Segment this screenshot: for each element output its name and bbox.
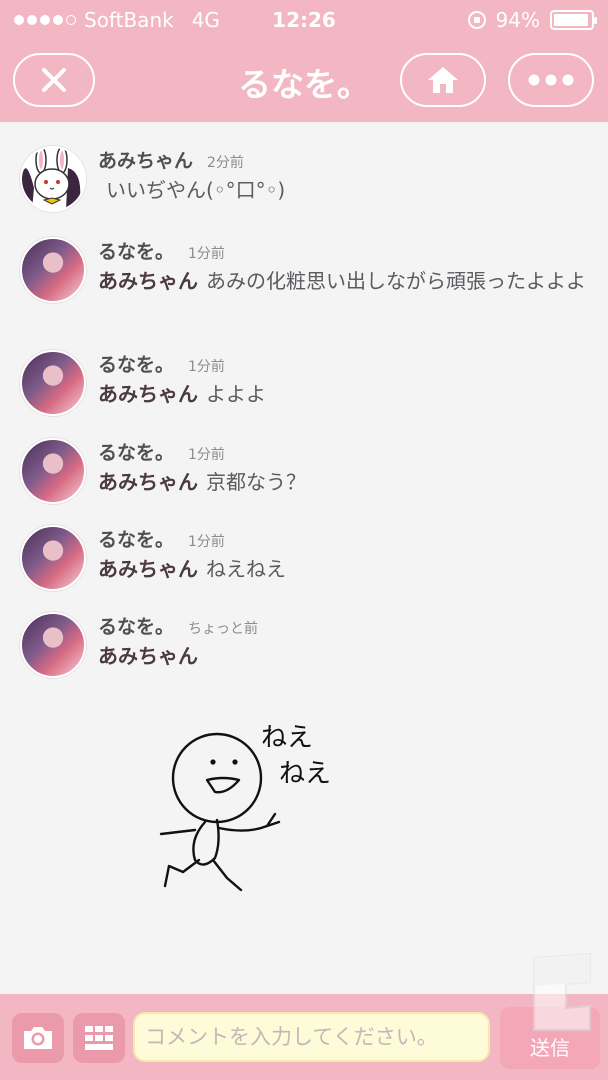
message-body: ねえねえ: [206, 557, 286, 581]
message-text: あみちゃん 京都なう？: [98, 468, 595, 496]
keyboard-button[interactable]: [73, 1013, 125, 1063]
nav-bar: るなを。: [0, 40, 608, 122]
message-time: 1分前: [188, 246, 225, 262]
more-button[interactable]: [508, 53, 594, 107]
message-time: 1分前: [188, 447, 225, 463]
bunny-avatar-icon: [22, 148, 84, 210]
message-text: あみちゃん よよよ: [98, 380, 595, 408]
message-time: 1分前: [188, 534, 225, 550]
message-text: あみちゃん: [98, 642, 595, 670]
sketch-text-line1: ねえ: [261, 723, 313, 753]
sender-name[interactable]: るなを。: [98, 350, 174, 377]
send-label: 送信: [530, 1036, 570, 1060]
mention: あみちゃん: [98, 470, 198, 494]
message-body: あみの化粧思い出しながら頑張ったよよよ: [206, 269, 586, 293]
avatar[interactable]: [20, 438, 86, 504]
sender-name[interactable]: るなを。: [98, 612, 174, 639]
sender-name[interactable]: るなを。: [98, 438, 174, 465]
comment-input[interactable]: [133, 1012, 490, 1062]
camera-icon: [24, 1027, 52, 1049]
composer-bar: 送信: [0, 994, 608, 1080]
sender-name[interactable]: あみちゃん: [98, 146, 193, 173]
mention: あみちゃん: [98, 382, 198, 406]
mention: あみちゃん: [98, 269, 198, 293]
battery-percent: 94%: [495, 8, 540, 32]
rotation-lock-icon: [467, 11, 486, 29]
hand-drawn-sketch: ねえ ねえ: [159, 723, 331, 892]
mention: あみちゃん: [98, 557, 198, 581]
signal-strength-icon: [14, 15, 76, 25]
message-time: 2分前: [207, 155, 244, 171]
message-body: いいぢやん(◦°口°◦): [106, 178, 286, 202]
more-icon: [528, 74, 574, 86]
avatar[interactable]: [20, 612, 86, 678]
avatar[interactable]: [20, 146, 86, 212]
battery-icon: [550, 10, 597, 30]
message-text: あみちゃん あみの化粧思い出しながら頑張ったよよよ: [98, 267, 595, 295]
home-button[interactable]: [400, 53, 486, 107]
avatar[interactable]: [20, 525, 86, 591]
home-icon: [428, 67, 458, 93]
status-time: 12:26: [272, 8, 336, 32]
keyboard-icon: [85, 1026, 113, 1050]
status-bar: SoftBank 4G 12:26 94%: [0, 0, 608, 40]
message-body: よよよ: [206, 382, 266, 406]
message-time: ちょっと前: [188, 621, 259, 637]
send-button[interactable]: 送信: [500, 1007, 600, 1069]
avatar[interactable]: [20, 350, 86, 416]
sketch-text-line2: ねえ: [279, 759, 331, 789]
message-text: あみちゃん ねえねえ: [98, 555, 595, 583]
message-text: いいぢやん(◦°口°◦): [98, 176, 595, 204]
avatar[interactable]: [20, 237, 86, 303]
message-time: 1分前: [188, 359, 225, 375]
message-body: 京都なう？: [206, 470, 306, 494]
battery-level: [554, 14, 588, 26]
sender-name[interactable]: るなを。: [98, 237, 174, 264]
carrier-name: SoftBank: [84, 8, 174, 32]
network-type: 4G: [191, 8, 220, 32]
mention: あみちゃん: [98, 644, 198, 668]
sender-name[interactable]: るなを。: [98, 525, 174, 552]
camera-button[interactable]: [12, 1013, 64, 1063]
